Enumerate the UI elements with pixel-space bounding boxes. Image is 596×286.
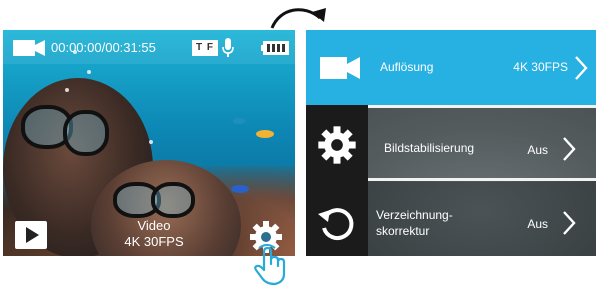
settings-menu-screen: Auflösung 4K 30FPS Bildstabilisierung Au…: [306, 30, 596, 256]
menu-item-label-line2: skorrektur: [376, 224, 430, 238]
play-icon: [26, 227, 39, 243]
tap-hand-icon: [254, 244, 286, 286]
back-icon[interactable]: [316, 202, 358, 244]
mode-resolution: 4K 30FPS: [124, 234, 184, 249]
dive-mask: [151, 182, 195, 218]
bubble: [149, 140, 153, 144]
video-camera-icon: [320, 57, 360, 79]
menu-item-resolution[interactable]: Auflösung 4K 30FPS: [306, 30, 596, 105]
menu-sidebar: [306, 105, 368, 256]
menu-item-label: Auflösung: [380, 60, 434, 74]
dive-mask: [63, 110, 109, 156]
divider: [368, 178, 596, 181]
menu-item-value: Aus: [527, 143, 548, 157]
battery-icon: [261, 41, 289, 55]
chevron-right-icon[interactable]: [562, 210, 576, 236]
bubble: [65, 88, 69, 92]
mode-label: Video: [137, 218, 171, 233]
menu-item-value: 4K 30FPS: [513, 60, 568, 74]
recording-timer: 00:00:00/00:31:55: [51, 40, 156, 55]
menu-item-value: Aus: [527, 217, 548, 231]
fish: [231, 185, 249, 193]
playback-button[interactable]: [15, 221, 47, 249]
gear-icon[interactable]: [316, 124, 358, 166]
microphone-icon: [222, 38, 234, 57]
chevron-right-icon[interactable]: [574, 55, 588, 81]
status-bar: 00:00:00/00:31:55 T F: [3, 30, 295, 64]
bubble: [87, 70, 91, 74]
menu-item-label: Bildstabilisierung: [384, 141, 475, 155]
menu-item-distortion-correction[interactable]: Verzeichnung- skorrektur Aus: [368, 182, 596, 256]
video-camera-icon: [13, 40, 45, 56]
curved-arrow-icon: [270, 8, 326, 29]
chevron-right-icon[interactable]: [562, 136, 576, 162]
fish: [233, 118, 245, 124]
menu-item-label-line1: Verzeichnung-: [376, 208, 453, 222]
sd-card-icon: T F: [192, 40, 218, 56]
fish: [256, 130, 274, 138]
menu-item-image-stabilization[interactable]: Bildstabilisierung Aus: [368, 108, 596, 178]
